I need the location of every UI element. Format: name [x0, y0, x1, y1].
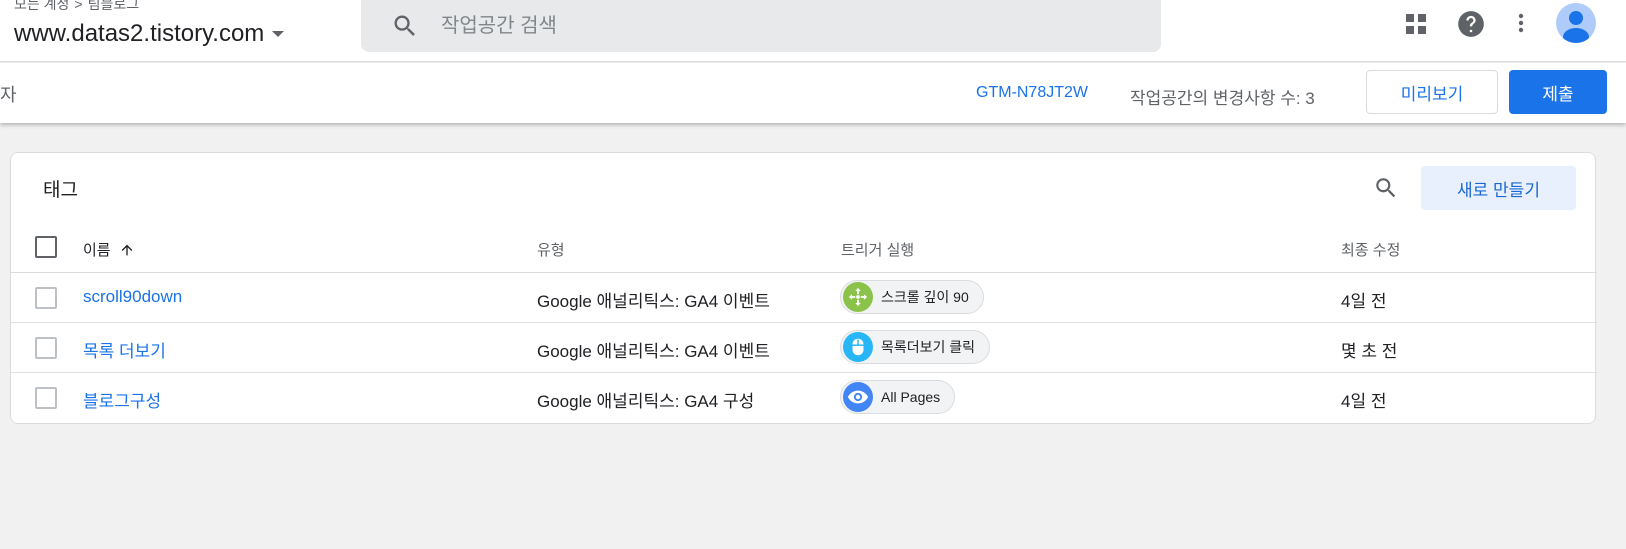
avatar[interactable] — [1556, 3, 1596, 43]
last-modified: 4일 전 — [1341, 392, 1387, 411]
column-header-name[interactable]: 이름 — [83, 239, 135, 260]
search-icon[interactable] — [1373, 175, 1399, 201]
top-app-bar: 모든 계정 > 팀블로그 www.datas2.tistory.com — [0, 0, 1626, 62]
more-vert-icon[interactable] — [1509, 11, 1533, 35]
tag-type: Google 애널리틱스: GA4 구성 — [537, 392, 755, 411]
row-checkbox-wrap — [35, 287, 57, 309]
apps-grid-icon[interactable] — [1404, 12, 1428, 36]
breadcrumb-account[interactable]: 모든 계정 — [14, 0, 69, 12]
container-name: www.datas2.tistory.com — [14, 20, 265, 47]
container-selector[interactable]: www.datas2.tistory.com — [14, 20, 285, 48]
breadcrumb-container[interactable]: 팀블로그 — [88, 0, 140, 12]
trigger-chip-label: All Pages — [881, 389, 941, 405]
row-checkbox-wrap — [35, 337, 57, 359]
column-name-label: 이름 — [83, 242, 111, 259]
workspace-nav-label[interactable]: 자 — [0, 81, 17, 107]
workspace-bar: 자 GTM-N78JT2W 작업공간의 변경사항 수: 3 미리보기 제출 — [0, 63, 1626, 123]
row-checkbox-wrap — [35, 387, 57, 409]
row-checkbox[interactable] — [35, 387, 57, 409]
trigger-chip[interactable]: All Pages — [840, 380, 956, 414]
tag-type: Google 애널리틱스: GA4 이벤트 — [537, 342, 770, 361]
preview-button[interactable]: 미리보기 — [1366, 70, 1498, 114]
last-modified: 4일 전 — [1341, 292, 1387, 311]
workspace-search-input[interactable] — [441, 14, 1041, 38]
search-icon — [394, 15, 415, 36]
breadcrumb-separator: > — [74, 0, 83, 12]
trigger-chip[interactable]: 스크롤 깊이 90 — [840, 280, 984, 314]
select-all-checkbox-wrap — [35, 236, 57, 258]
last-modified: 몇 초 전 — [1341, 342, 1398, 361]
workspace-changes-count: 작업공간의 변경사항 수: 3 — [1130, 89, 1315, 108]
tag-name-link[interactable]: scroll90down — [83, 287, 182, 307]
trigger-chip[interactable]: 목록더보기 클릭 — [840, 330, 991, 364]
eye-icon — [843, 382, 873, 412]
container-id-link[interactable]: GTM-N78JT2W — [976, 84, 1088, 102]
user-avatar-icon — [1563, 11, 1589, 43]
trigger-chip-label: 스크롤 깊이 90 — [881, 289, 969, 305]
select-all-checkbox[interactable] — [35, 236, 57, 258]
caret-down-icon — [272, 31, 285, 37]
table-row[interactable]: 블로그구성 Google 애널리틱스: GA4 구성 All Pages 4일 … — [11, 373, 1597, 423]
row-checkbox[interactable] — [35, 337, 57, 359]
row-checkbox[interactable] — [35, 287, 57, 309]
tags-title: 태그 — [43, 180, 78, 201]
tag-type: Google 애널리틱스: GA4 이벤트 — [537, 292, 770, 311]
column-header-type[interactable]: 유형 — [537, 239, 565, 260]
table-header: 이름 유형 트리거 실행 최종 수정 — [11, 223, 1597, 273]
column-header-trigger[interactable]: 트리거 실행 — [841, 239, 914, 260]
tag-name-link[interactable]: 목록 더보기 — [83, 337, 166, 362]
tag-name-link[interactable]: 블로그구성 — [83, 387, 161, 412]
workspace-search[interactable] — [361, 0, 1161, 52]
tags-card: 태그 새로 만들기 이름 유형 트리거 실행 최종 수정 scroll90dow… — [10, 152, 1597, 424]
new-tag-button[interactable]: 새로 만들기 — [1421, 166, 1576, 210]
help-icon[interactable] — [1457, 10, 1485, 38]
table-row[interactable]: scroll90down Google 애널리틱스: GA4 이벤트 스크롤 깊… — [11, 273, 1597, 323]
table-row[interactable]: 목록 더보기 Google 애널리틱스: GA4 이벤트 목록더보기 클릭 몇 … — [11, 323, 1597, 373]
column-header-modified[interactable]: 최종 수정 — [1341, 239, 1400, 260]
mouse-click-icon — [843, 332, 873, 362]
breadcrumb: 모든 계정 > 팀블로그 — [14, 0, 139, 14]
trigger-chip-label: 목록더보기 클릭 — [881, 339, 976, 355]
scroll-depth-icon — [843, 282, 873, 312]
arrow-up-icon — [121, 244, 132, 255]
submit-button[interactable]: 제출 — [1509, 70, 1607, 114]
